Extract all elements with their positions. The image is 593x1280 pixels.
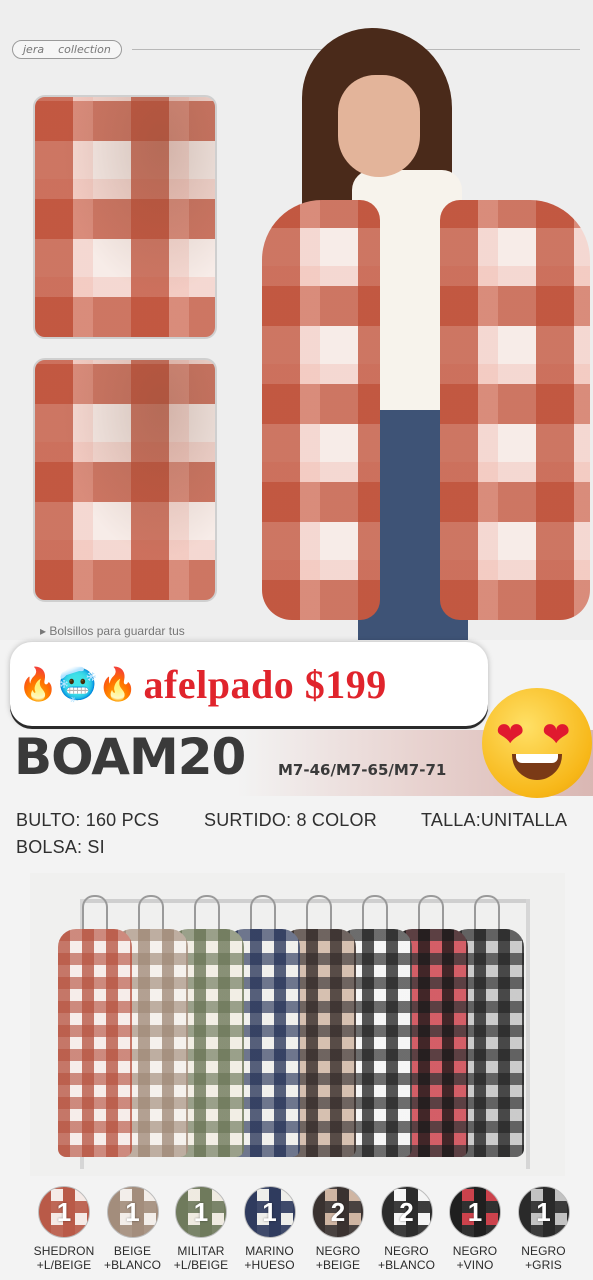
brand-word-1: jera [23, 43, 45, 56]
swatch-color-circle: 1 [175, 1186, 227, 1238]
swatch-quantity: 1 [193, 1197, 209, 1227]
swatch-quantity: 1 [536, 1197, 551, 1227]
hanger [362, 895, 388, 931]
color-swatch[interactable]: 2 NEGRO +BLANCO [372, 1186, 442, 1272]
model-photo [240, 20, 593, 640]
photo-shading [35, 97, 215, 337]
cold-face-icon: 🥶 [57, 665, 98, 703]
swatch-name-line-1: NEGRO [521, 1244, 566, 1258]
swatch-quantity: 1 [467, 1197, 483, 1227]
heart-icon: ❤ [542, 715, 571, 755]
swatch-color-name: NEGRO +BEIGE [303, 1244, 373, 1272]
color-swatch-list: 1 SHEDRON +L/BEIGE 1 BEIGE +BLANCO 1 MILITAR +L/… [0, 1186, 593, 1280]
swatch-name-line-2: +L/BEIGE [173, 1258, 229, 1272]
pocket-detail-photo [33, 358, 217, 602]
swatch-name-line-2: +BEIGE [315, 1258, 361, 1272]
product-variant-codes: M7-46/M7-65/M7-71 [278, 761, 447, 779]
heart-eyes-emoji-icon: ❤ ❤ [482, 688, 592, 798]
hanger [250, 895, 276, 931]
swatch-name-line-1: SHEDRON [33, 1244, 95, 1258]
swatch-color-name: NEGRO +VINO [440, 1244, 510, 1272]
swatch-name-line-2: +HUESO [244, 1258, 295, 1272]
price-banner: 🔥 🥶 🔥 afelpado $199 [10, 642, 488, 726]
color-swatch[interactable]: 1 MARINO +HUESO [235, 1186, 305, 1272]
fire-icon: 🔥 [18, 665, 58, 703]
rack-coat [58, 929, 132, 1157]
swatch-color-circle: 2 [312, 1186, 364, 1238]
heart-icon: ❤ [496, 715, 525, 755]
swatch-color-name: BEIGE +BLANCO [98, 1244, 168, 1272]
hood-detail-photo [33, 95, 217, 339]
hanger [418, 895, 444, 931]
swatch-name-line-1: NEGRO [384, 1244, 429, 1258]
swatch-name-line-2: +BLANCO [103, 1258, 162, 1272]
swatch-name-line-2: +VINO [456, 1258, 494, 1272]
hanger [82, 895, 108, 931]
spec-talla: TALLA:UNITALLA [421, 810, 568, 830]
brand-word-2: collection [58, 43, 111, 56]
swatch-quantity: 1 [262, 1197, 277, 1227]
price-label: afelpado $199 [143, 661, 387, 707]
swatch-color-circle: 1 [517, 1186, 570, 1238]
swatch-name-line-1: BEIGE [113, 1244, 152, 1258]
swatch-color-circle: 1 [38, 1186, 90, 1238]
swatch-color-name: NEGRO +GRIS [509, 1244, 579, 1272]
swatch-color-name: MILITAR +L/BEIGE [166, 1244, 236, 1272]
feature-caption: ▸ Bolsillos para guardar tus [40, 624, 185, 638]
hanger [194, 895, 220, 931]
hanger [138, 895, 164, 931]
fire-icon: 🔥 [97, 665, 138, 703]
swatch-name-line-2: +GRIS [525, 1258, 562, 1272]
spec-surtido: SURTIDO: 8 COLOR [204, 810, 377, 830]
swatch-name-line-2: +BLANCO [377, 1258, 436, 1272]
swatch-quantity: 1 [125, 1197, 140, 1227]
color-swatch[interactable]: 1 NEGRO +VINO [440, 1186, 510, 1272]
color-swatch[interactable]: 1 SHEDRON +L/BEIGE [29, 1186, 99, 1272]
swatch-name-line-1: NEGRO [315, 1244, 361, 1258]
swatch-color-circle: 2 [380, 1186, 433, 1238]
swatch-quantity: 2 [330, 1197, 346, 1227]
swatch-color-circle: 1 [106, 1186, 159, 1238]
spec-bulto: BULTO: 160 PCS [16, 810, 160, 830]
rack-of-coats-photo [30, 873, 565, 1176]
hero-photo-section: jera collection ▸ Bolsillos para guardar … [0, 0, 593, 640]
product-code: BOAM20 [14, 728, 246, 786]
photo-shading [35, 360, 215, 600]
spec-bolsa: BOLSA: SI [16, 837, 105, 857]
color-swatch[interactable]: 1 MILITAR +L/BEIGE [166, 1186, 236, 1272]
swatch-color-circle: 1 [243, 1186, 296, 1238]
hanger [306, 895, 332, 931]
swatch-color-name: SHEDRON +L/BEIGE [29, 1244, 99, 1272]
rack-leg [526, 899, 530, 1169]
smile-mouth [512, 754, 562, 780]
swatch-color-name: MARINO +HUESO [235, 1244, 305, 1272]
model-face [338, 75, 420, 177]
color-swatch[interactable]: 1 NEGRO +GRIS [509, 1186, 579, 1272]
swatch-color-name: NEGRO +BLANCO [372, 1244, 442, 1272]
swatch-name-line-2: +L/BEIGE [36, 1258, 92, 1272]
coat-right-panel [440, 200, 590, 620]
coat-left-panel [262, 200, 380, 620]
swatch-color-circle: 1 [449, 1186, 501, 1238]
color-swatch[interactable]: 1 BEIGE +BLANCO [98, 1186, 168, 1272]
color-swatch[interactable]: 2 NEGRO +BEIGE [303, 1186, 373, 1272]
brand-tag: jera collection [12, 40, 122, 59]
swatch-quantity: 1 [56, 1197, 72, 1227]
swatch-name-line-1: NEGRO [452, 1244, 498, 1258]
swatch-name-line-1: MILITAR [177, 1244, 225, 1258]
swatch-quantity: 2 [399, 1197, 414, 1227]
swatch-name-line-1: MARINO [245, 1244, 294, 1258]
hanger [474, 895, 500, 931]
